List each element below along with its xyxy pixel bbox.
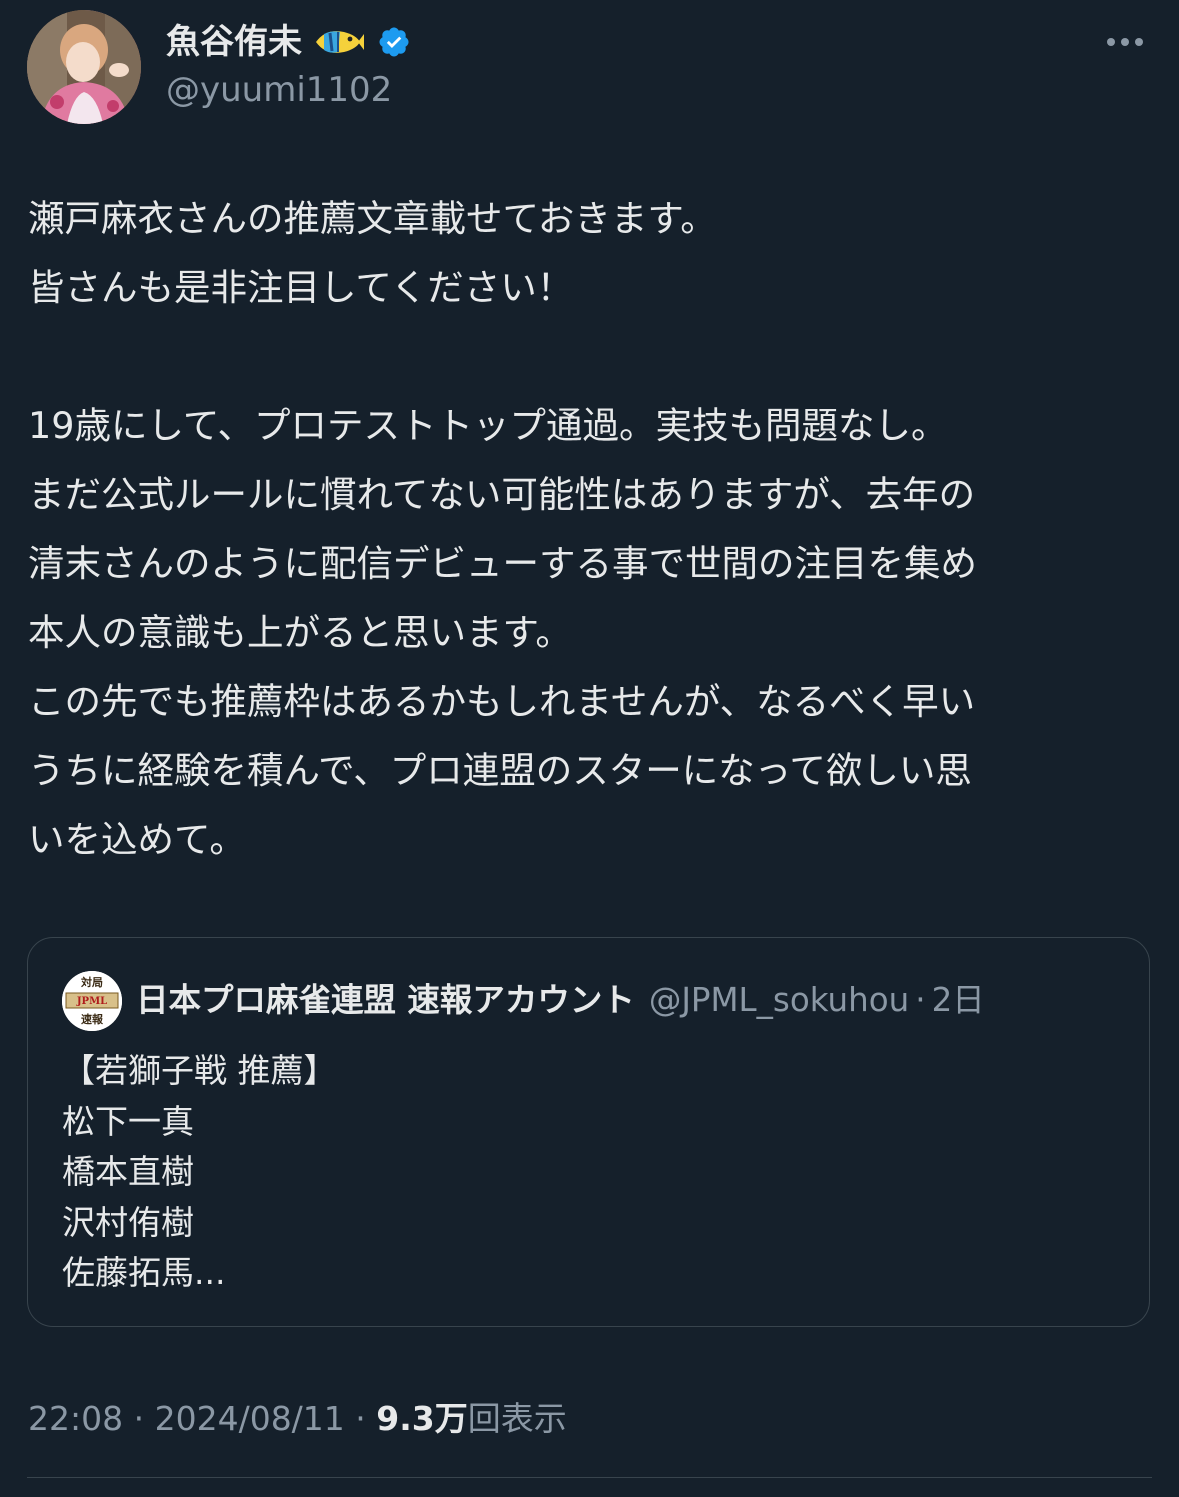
- quoted-text-line: 沢村侑樹: [62, 1202, 194, 1242]
- quoted-separator: ·: [915, 981, 926, 1019]
- tweet-date[interactable]: 2024/08/11: [155, 1399, 345, 1438]
- divider: [27, 1477, 1152, 1478]
- more-options-button[interactable]: [1098, 24, 1152, 60]
- avatar-portrait-image: [27, 10, 141, 124]
- quoted-tweet-card[interactable]: 対局 JPML 速報 日本プロ麻雀連盟 速報アカウント @JPML_sokuhou…: [27, 937, 1150, 1327]
- quoted-tweet-text: 【若獅子戦 推薦】 松下一真 橋本直樹 沢村侑樹 佐藤拓馬...: [62, 1046, 337, 1299]
- tweet-text-line: 本人の意識も上がると思います。: [28, 611, 572, 654]
- author-display-name[interactable]: 魚谷侑未: [166, 20, 302, 64]
- quoted-tweet-header: 日本プロ麻雀連盟 速報アカウント @JPML_sokuhou · 2日: [136, 978, 985, 1028]
- quoted-text-line: 【若獅子戦 推薦】: [62, 1051, 337, 1090]
- meta-separator: ·: [344, 1399, 377, 1438]
- meta-separator: ·: [123, 1399, 155, 1438]
- author-handle[interactable]: @yuumi1102: [166, 68, 392, 112]
- svg-text:JPML: JPML: [76, 996, 107, 1007]
- tweet-text-line: まだ公式ルールに慣れてない可能性はありますが、去年の: [28, 473, 976, 516]
- tweet-text-line: 清末さんのように配信デビューする事で世間の注目を集め: [28, 542, 977, 585]
- tweet-text-line: いを込めて。: [28, 818, 246, 861]
- quoted-text-line: 佐藤拓馬...: [62, 1253, 226, 1292]
- svg-text:速報: 速報: [81, 1012, 104, 1026]
- quoted-author-handle[interactable]: @JPML_sokuhou: [649, 981, 909, 1019]
- views-count[interactable]: 9.3万: [376, 1399, 467, 1438]
- tweet-text-line: [28, 322, 1158, 391]
- svg-text:対局: 対局: [80, 975, 103, 989]
- quoted-author-name[interactable]: 日本プロ麻雀連盟 速報アカウント: [136, 981, 635, 1019]
- quoted-text-line: 橋本直樹: [62, 1152, 194, 1191]
- tropical-fish-icon: [316, 31, 364, 53]
- author-avatar[interactable]: [27, 10, 141, 124]
- tweet-text-line: 皆さんも是非注目してください！: [28, 266, 574, 309]
- quoted-author-avatar[interactable]: 対局 JPML 速報: [62, 971, 122, 1031]
- tweet-text-line: 瀬戸麻衣さんの推薦文章載せておきます。: [28, 197, 717, 240]
- quoted-text-line: 松下一真: [62, 1101, 194, 1141]
- tweet-meta: 22:08 · 2024/08/11 · 9.3万回表示: [28, 1397, 567, 1441]
- views-label[interactable]: 回表示: [468, 1399, 567, 1438]
- jpml-logo-icon: 対局 JPML 速報: [62, 971, 122, 1031]
- verified-badge-icon: [379, 27, 409, 57]
- tweet-text: 瀬戸麻衣さんの推薦文章載せておきます。 皆さんも是非注目してください！ 19歳に…: [28, 184, 1158, 874]
- tweet-time[interactable]: 22:08: [28, 1399, 123, 1438]
- quoted-tweet-time[interactable]: 2日: [932, 981, 985, 1019]
- tweet-text-line: この先でも推薦枠はあるかもしれませんが、なるべく早い: [28, 680, 976, 723]
- tweet-text-line: 19歳にして、プロテストトップ通過。実技も問題なし。: [28, 404, 948, 447]
- tweet-text-line: うちに経験を積んで、プロ連盟のスターになって欲しい思: [28, 749, 972, 792]
- more-horizontal-icon: [1107, 38, 1115, 46]
